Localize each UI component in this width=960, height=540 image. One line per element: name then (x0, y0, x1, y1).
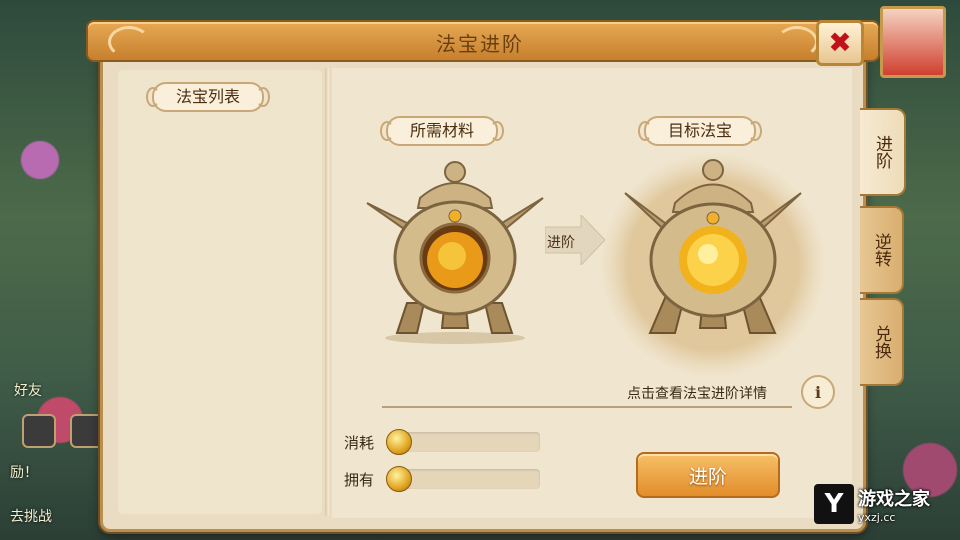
chat-message: 励！ (10, 465, 38, 481)
tab-advance[interactable]: 进阶 (860, 108, 906, 196)
close-button[interactable]: ✖ (816, 20, 864, 66)
own-label: 拥有 (344, 470, 375, 489)
friends-label[interactable]: 好友 (14, 380, 42, 400)
target-title: 目标法宝 (637, 116, 763, 146)
site-brand: 游戏之家 (858, 488, 930, 510)
tab-advance-label: 进阶 (872, 135, 892, 169)
coin-icon (386, 429, 412, 455)
tab-exchange-label: 兑换 (871, 325, 891, 359)
advance-arrow-label: 进阶 (547, 235, 575, 251)
info-icon[interactable]: i (801, 375, 835, 409)
tab-exchange[interactable]: 兑换 (860, 298, 904, 386)
close-icon: ✖ (828, 26, 852, 59)
tab-reverse-label: 逆转 (871, 233, 891, 267)
site-watermark: Y 游戏之家 yxzj.cc (814, 480, 954, 528)
chat-icon[interactable] (22, 414, 56, 448)
pane-divider (325, 68, 329, 516)
own-row: 拥有 (344, 466, 540, 492)
target-artifact-pot[interactable] (620, 148, 806, 348)
coin-icon (386, 466, 412, 492)
cost-row: 消耗 (344, 429, 540, 455)
material-artifact-pot[interactable] (362, 148, 548, 348)
artifact-list-title: 法宝列表 (145, 82, 271, 112)
artifact-list-pane (118, 70, 322, 514)
site-logo-icon: Y (814, 484, 854, 524)
cost-label: 消耗 (344, 433, 375, 452)
detail-divider (382, 406, 792, 408)
materials-title: 所需材料 (379, 116, 505, 146)
site-url: yxzj.cc (858, 510, 896, 524)
own-value (408, 469, 540, 489)
tab-reverse[interactable]: 逆转 (860, 206, 904, 294)
cost-value (408, 432, 540, 452)
advance-button[interactable]: 进阶 (636, 452, 780, 498)
challenge-link[interactable]: 去挑战 (10, 506, 52, 526)
voice-icon[interactable] (70, 414, 104, 448)
advance-detail-link[interactable]: 点击查看法宝进阶详情 (627, 383, 767, 403)
